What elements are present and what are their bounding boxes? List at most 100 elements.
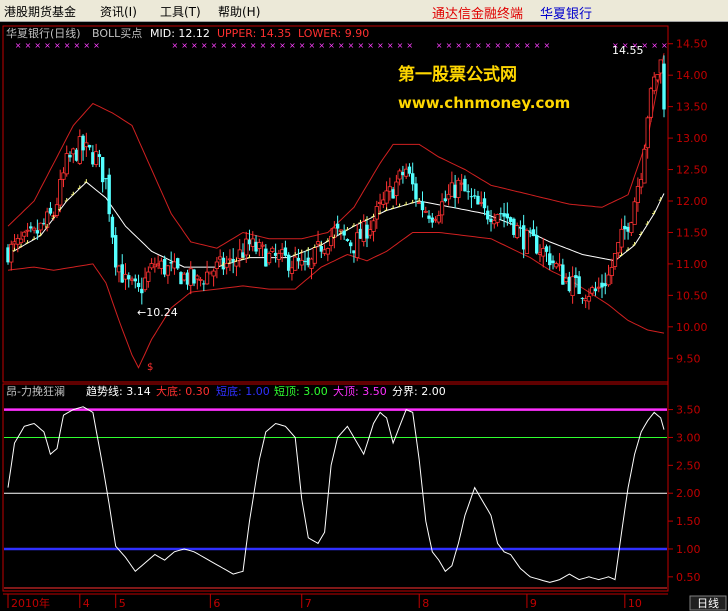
candle-body-127 bbox=[420, 201, 425, 211]
legend-trend: 趋势线: 3.14 bbox=[86, 384, 151, 398]
price-tick-label-7: 11.00 bbox=[676, 258, 708, 271]
candle-body-146 bbox=[482, 198, 487, 209]
candle-body-1 bbox=[9, 243, 14, 263]
candle-body-120 bbox=[397, 170, 402, 180]
candle-body-75 bbox=[250, 238, 255, 247]
menu-info[interactable]: 资讯(I) bbox=[100, 3, 137, 20]
candle-body-197 bbox=[648, 88, 654, 118]
top-mark-63: × bbox=[211, 41, 218, 50]
main-title: 华夏银行(日线) bbox=[6, 26, 81, 40]
candle-body-141 bbox=[466, 191, 470, 193]
candle-body-192 bbox=[632, 201, 637, 225]
indicator-tick-label-6: 0.50 bbox=[676, 571, 701, 584]
top-mark-156: × bbox=[514, 41, 521, 50]
candle-body-5 bbox=[22, 231, 27, 237]
candle-body-164 bbox=[541, 248, 546, 257]
date-label-7: 10 bbox=[628, 597, 642, 610]
watermark-url: www.chnmoney.com bbox=[398, 94, 570, 112]
price-tick-label-1: 14.00 bbox=[676, 69, 708, 82]
candle-body-178 bbox=[586, 296, 592, 302]
indicator-tick-label-2: 2.50 bbox=[676, 459, 701, 472]
candle-body-132 bbox=[436, 215, 441, 223]
candle-body-139 bbox=[459, 182, 464, 185]
menu-hk-futures-funds[interactable]: 港股期货基金 bbox=[4, 3, 76, 20]
top-mark-27: × bbox=[93, 41, 100, 50]
menu-help[interactable]: 帮助(H) bbox=[218, 3, 260, 20]
mid-value-label: MID: 12.12 bbox=[150, 27, 210, 40]
buy-step-190 bbox=[626, 247, 629, 251]
candle-body-117 bbox=[387, 186, 392, 192]
buy-step-192 bbox=[632, 242, 636, 246]
buy-step-92 bbox=[306, 247, 309, 251]
indicator-tick-label-4: 1.50 bbox=[676, 515, 701, 528]
stock-chart[interactable]: 华夏银行(日线) BOLL买点 MID: 12.12 UPPER: 14.35 … bbox=[0, 22, 728, 611]
price-tick-label-4: 12.50 bbox=[676, 164, 708, 177]
candle-body-153 bbox=[505, 213, 510, 219]
top-mark-144: × bbox=[475, 41, 482, 50]
candle-body-39 bbox=[133, 278, 137, 282]
candle-body-103 bbox=[342, 230, 346, 236]
candle-body-10 bbox=[38, 222, 43, 231]
candle-body-151 bbox=[499, 213, 503, 215]
indicator-tick-label-3: 2.00 bbox=[676, 487, 701, 500]
top-mark-9: × bbox=[34, 41, 41, 50]
buy-step-124 bbox=[410, 199, 414, 204]
sub-panel-frame bbox=[2, 383, 669, 592]
candle-body-112 bbox=[371, 220, 376, 232]
candle-body-165 bbox=[544, 246, 549, 252]
top-mark-93: × bbox=[309, 41, 316, 50]
candle-body-16 bbox=[58, 179, 63, 206]
top-mark-141: × bbox=[465, 41, 472, 50]
candle-body-98 bbox=[325, 248, 330, 255]
candle-body-71 bbox=[237, 249, 242, 259]
threshold-lines bbox=[4, 408, 667, 589]
date-label-0: 2010年 bbox=[11, 596, 50, 610]
buy-step-90 bbox=[299, 249, 303, 254]
candle-body-78 bbox=[260, 244, 265, 247]
buy-step-196 bbox=[645, 221, 649, 225]
buy-step-68 bbox=[227, 260, 231, 264]
candle-body-59 bbox=[198, 279, 203, 281]
indicator-name: BOLL买点 bbox=[92, 27, 142, 40]
candle-body-171 bbox=[563, 277, 569, 283]
date-label-5: 8 bbox=[422, 597, 429, 610]
candle-body-175 bbox=[577, 276, 581, 295]
price-tick-label-10: 9.50 bbox=[676, 352, 701, 365]
date-label-4: 7 bbox=[305, 597, 312, 610]
candle-body-40 bbox=[136, 282, 141, 288]
candle-body-119 bbox=[394, 181, 399, 196]
candle-body-125 bbox=[414, 183, 418, 200]
terminal-name: 通达信金融终端 bbox=[432, 7, 524, 22]
candle-body-184 bbox=[606, 274, 611, 286]
menu-tools[interactable]: 工具(T) bbox=[160, 3, 201, 20]
buy-step-88 bbox=[293, 252, 296, 256]
candle-body-140 bbox=[463, 178, 467, 192]
top-mark-78: × bbox=[260, 41, 267, 50]
candle-body-56 bbox=[188, 268, 193, 286]
indicator-axis-labels: 3.50 3.00 2.50 2.00 1.50 1.00 0.50 bbox=[668, 404, 701, 584]
top-mark-108: × bbox=[357, 41, 364, 50]
candle-body-157 bbox=[518, 227, 523, 229]
top-mark-75: × bbox=[250, 41, 257, 50]
candle-body-32 bbox=[110, 216, 115, 238]
candle-body-179 bbox=[590, 287, 595, 294]
candle-body-189 bbox=[623, 225, 627, 230]
price-tick-label-3: 13.00 bbox=[676, 132, 708, 145]
stock-name-link[interactable]: 华夏银行 bbox=[540, 3, 592, 22]
top-mark-18: × bbox=[64, 41, 71, 50]
legend-divider: 分界: 2.00 bbox=[392, 385, 446, 398]
candle-body-186 bbox=[612, 252, 618, 267]
top-mark-132: × bbox=[436, 41, 443, 50]
candle-body-88 bbox=[293, 256, 298, 271]
top-mark-135: × bbox=[446, 41, 453, 50]
candle-body-65 bbox=[218, 256, 223, 260]
buy-step-24 bbox=[84, 179, 87, 183]
candle-body-193 bbox=[635, 186, 640, 203]
period-button[interactable]: 日线 bbox=[697, 596, 719, 610]
buy-step-104 bbox=[345, 226, 348, 231]
top-mark-69: × bbox=[230, 41, 237, 50]
candle-body-49 bbox=[165, 265, 171, 276]
candle-body-63 bbox=[211, 270, 216, 277]
candle-body-90 bbox=[299, 259, 304, 266]
candle-body-18 bbox=[64, 153, 69, 175]
